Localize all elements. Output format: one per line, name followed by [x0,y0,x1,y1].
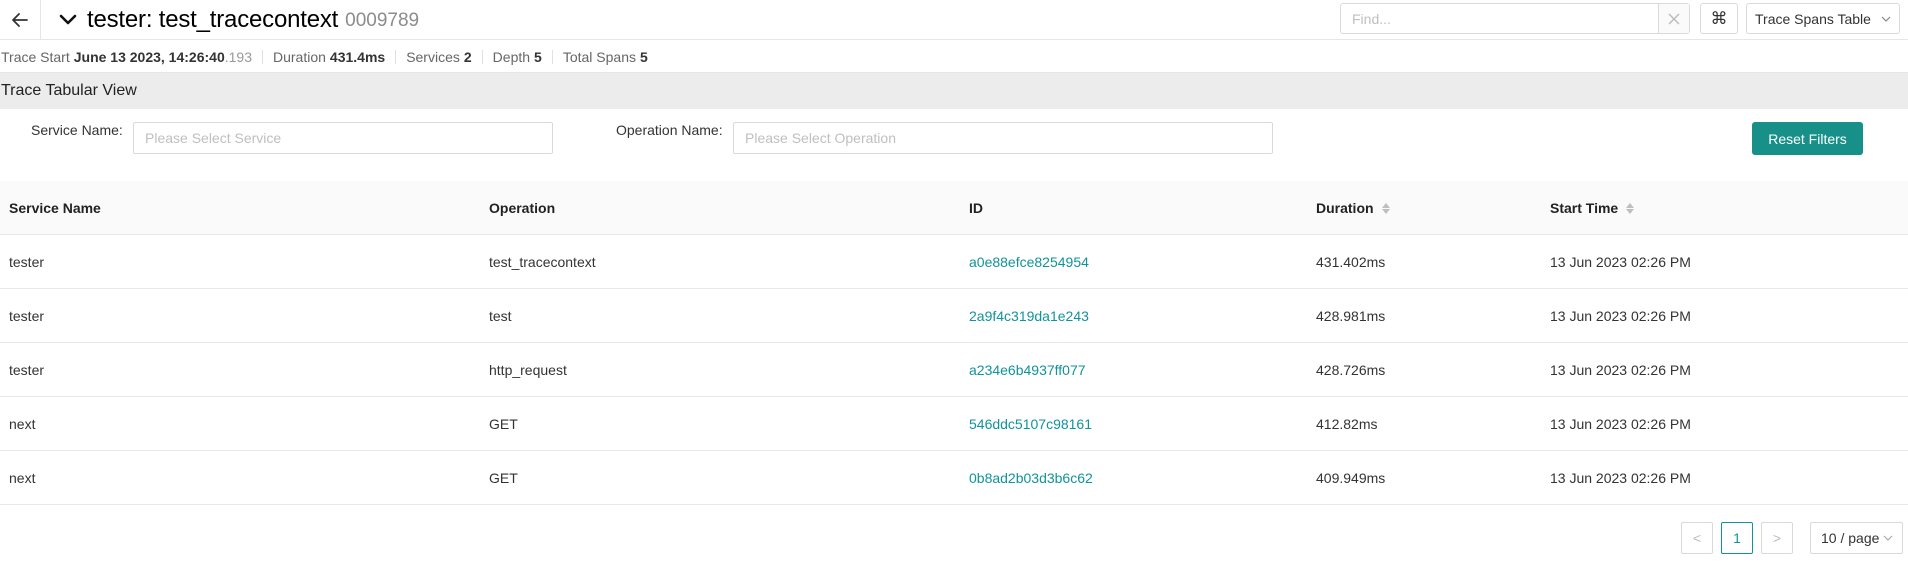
operation-name-label-text: Operation Name [616,122,719,138]
trace-start-label: Trace Start [1,48,70,65]
command-icon: ⌘ [1710,8,1728,28]
summary-depth: Depth 5 [483,48,553,65]
cell-duration: 428.981ms [1316,308,1386,324]
summary-services: Services 2 [396,48,483,65]
cell-start-time: 13 Jun 2023 02:26 PM [1550,254,1691,270]
back-button[interactable] [0,0,41,40]
column-operation: Operation [489,181,555,235]
clear-find-button[interactable] [1658,4,1689,33]
close-icon [1668,13,1680,24]
depth-label: Depth [492,48,531,65]
table-row: tester http_request a234e6b4937ff077 428… [0,343,1908,397]
cell-operation: http_request [489,362,567,378]
keyboard-shortcuts-button[interactable]: ⌘ [1700,3,1738,34]
chevron-down-icon [59,14,77,25]
column-service-name: Service Name [9,181,101,235]
table-row: tester test 2a9f4c319da1e243 428.981ms 1… [0,289,1908,343]
cell-start-time: 13 Jun 2023 02:26 PM [1550,308,1691,324]
service-select-placeholder: Please Select Service [145,130,282,146]
page-size-value: 10 / page [1821,530,1880,546]
cell-start-time: 13 Jun 2023 02:26 PM [1550,470,1691,486]
span-id-link[interactable]: 2a9f4c319da1e243 [969,289,1089,343]
cell-service: tester [9,362,45,378]
services-value: 2 [463,48,472,65]
column-id: ID [969,181,983,235]
column-service-name-label: Service Name [9,200,101,216]
cell-duration: 431.402ms [1316,254,1386,270]
service-select[interactable]: Please Select Service [133,122,553,154]
table-body: tester test_tracecontext a0e88efce825495… [0,235,1908,505]
span-id-link[interactable]: 0b8ad2b03d3b6c62 [969,451,1093,505]
find-input[interactable] [1341,4,1658,33]
total-spans-label: Total Spans [562,48,636,65]
cell-operation: test_tracecontext [489,254,596,270]
depth-value: 5 [534,48,542,65]
table-row: next GET 546ddc5107c98161 412.82ms 13 Ju… [0,397,1908,451]
total-spans-value: 5 [640,48,648,65]
next-page-button[interactable]: > [1761,522,1793,554]
filters: Service Name: Please Select Service Oper… [0,109,1908,181]
duration-label: Duration [272,48,326,65]
trace-id: 0009789 [345,10,420,31]
trace-header: tester: test_tracecontext 0009789 ⌘ Trac… [0,0,1908,40]
operation-select[interactable]: Please Select Operation [733,122,1273,154]
service-name-label: Service Name: [31,122,123,138]
trace-summary: Trace Start June 13 2023, 14:26:40.193 D… [0,41,1908,73]
table-row: next GET 0b8ad2b03d3b6c62 409.949ms 13 J… [0,451,1908,505]
operation-name-label: Operation Name: [616,122,723,138]
summary-duration: Duration 431.4ms [263,48,397,65]
trace-start-value: June 13 2023, 14:26:40.193 [74,50,252,64]
sort-icon [1381,202,1390,214]
column-id-label: ID [969,200,983,216]
cell-start-time: 13 Jun 2023 02:26 PM [1550,362,1691,378]
span-id-link[interactable]: a0e88efce8254954 [969,235,1089,289]
summary-total-spans: Total Spans 5 [553,50,658,64]
table-row: tester test_tracecontext a0e88efce825495… [0,235,1908,289]
cell-duration: 412.82ms [1316,416,1378,432]
trace-start-ms: .193 [224,48,252,65]
cell-start-time: 13 Jun 2023 02:26 PM [1550,416,1691,432]
column-operation-label: Operation [489,200,556,216]
cell-operation: test [489,308,512,324]
trace-title-toggle[interactable]: tester: test_tracecontext 0009789 [57,0,419,40]
view-select[interactable]: Trace Spans Table [1746,3,1900,34]
cell-service: tester [9,254,45,270]
summary-trace-start: Trace Start June 13 2023, 14:26:40.193 [1,48,263,65]
chevron-down-icon [1883,535,1893,541]
cell-operation: GET [489,416,518,432]
reset-filters-button[interactable]: Reset Filters [1752,122,1863,155]
duration-value: 431.4ms [329,48,386,65]
operation-select-placeholder: Please Select Operation [745,130,896,146]
page-title: tester: test_tracecontext [87,6,339,33]
page-1-button[interactable]: 1 [1721,522,1753,554]
column-start-time-label: Start Time [1550,200,1619,216]
column-start-time[interactable]: Start Time [1550,181,1635,235]
view-select-value: Trace Spans Table [1755,10,1871,27]
services-label: Services [406,48,460,65]
section-title: Trace Tabular View [0,73,1908,109]
page-size-select[interactable]: 10 / page [1810,522,1903,554]
sort-icon [1626,202,1635,214]
chevron-right-icon: > [1772,530,1782,546]
cell-duration: 428.726ms [1316,362,1386,378]
column-duration-label: Duration [1316,200,1374,216]
chevron-left-icon: < [1692,530,1702,546]
span-id-link[interactable]: 546ddc5107c98161 [969,397,1092,451]
service-name-label-text: Service Name [31,122,119,138]
table-header: Service Name Operation ID Duration Start… [0,181,1908,235]
cell-service: next [9,416,36,432]
cell-service: tester [9,308,45,324]
prev-page-button[interactable]: < [1681,522,1713,554]
cell-duration: 409.949ms [1316,470,1386,486]
find-box [1340,3,1690,34]
arrow-left-icon [12,13,28,27]
spans-table: Service Name Operation ID Duration Start… [0,181,1908,505]
chevron-down-icon [1881,16,1891,22]
cell-service: next [9,470,36,486]
column-duration[interactable]: Duration [1316,181,1390,235]
span-id-link[interactable]: a234e6b4937ff077 [969,343,1086,397]
cell-operation: GET [489,470,518,486]
trace-start-date: June 13 2023, 14:26:40 [73,48,225,65]
